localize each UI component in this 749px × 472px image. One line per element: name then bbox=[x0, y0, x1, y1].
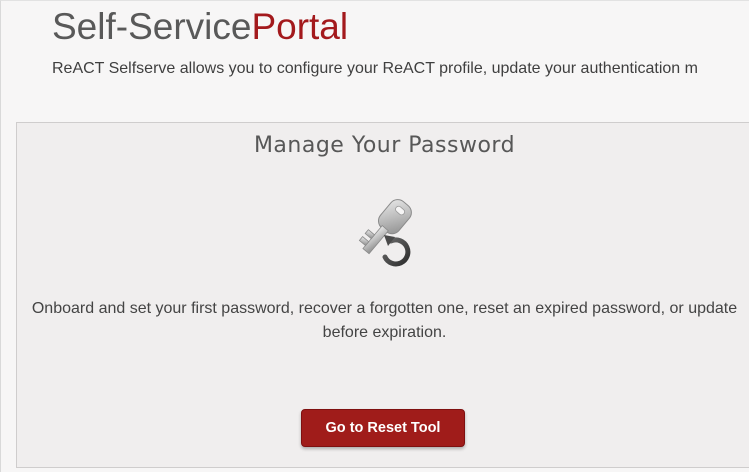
go-to-reset-tool-button[interactable]: Go to Reset Tool bbox=[301, 409, 465, 447]
key-reset-icon bbox=[358, 199, 412, 267]
header: Self-ServicePortal ReACT Selfserve allow… bbox=[1, 1, 749, 111]
page-title: Self-ServicePortal bbox=[52, 5, 348, 49]
page-title-main: Self-Service bbox=[52, 6, 252, 47]
page-title-accent: Portal bbox=[251, 6, 349, 47]
card-title: Manage Your Password bbox=[253, 133, 516, 158]
manage-password-card: Manage Your Password Onboard and set you… bbox=[16, 122, 749, 468]
card-description: Onboard and set your first password, rec… bbox=[31, 300, 738, 341]
page: Self-ServicePortal ReACT Selfserve allow… bbox=[0, 0, 749, 472]
intro-text: ReACT Selfserve allows you to configure … bbox=[52, 60, 698, 77]
